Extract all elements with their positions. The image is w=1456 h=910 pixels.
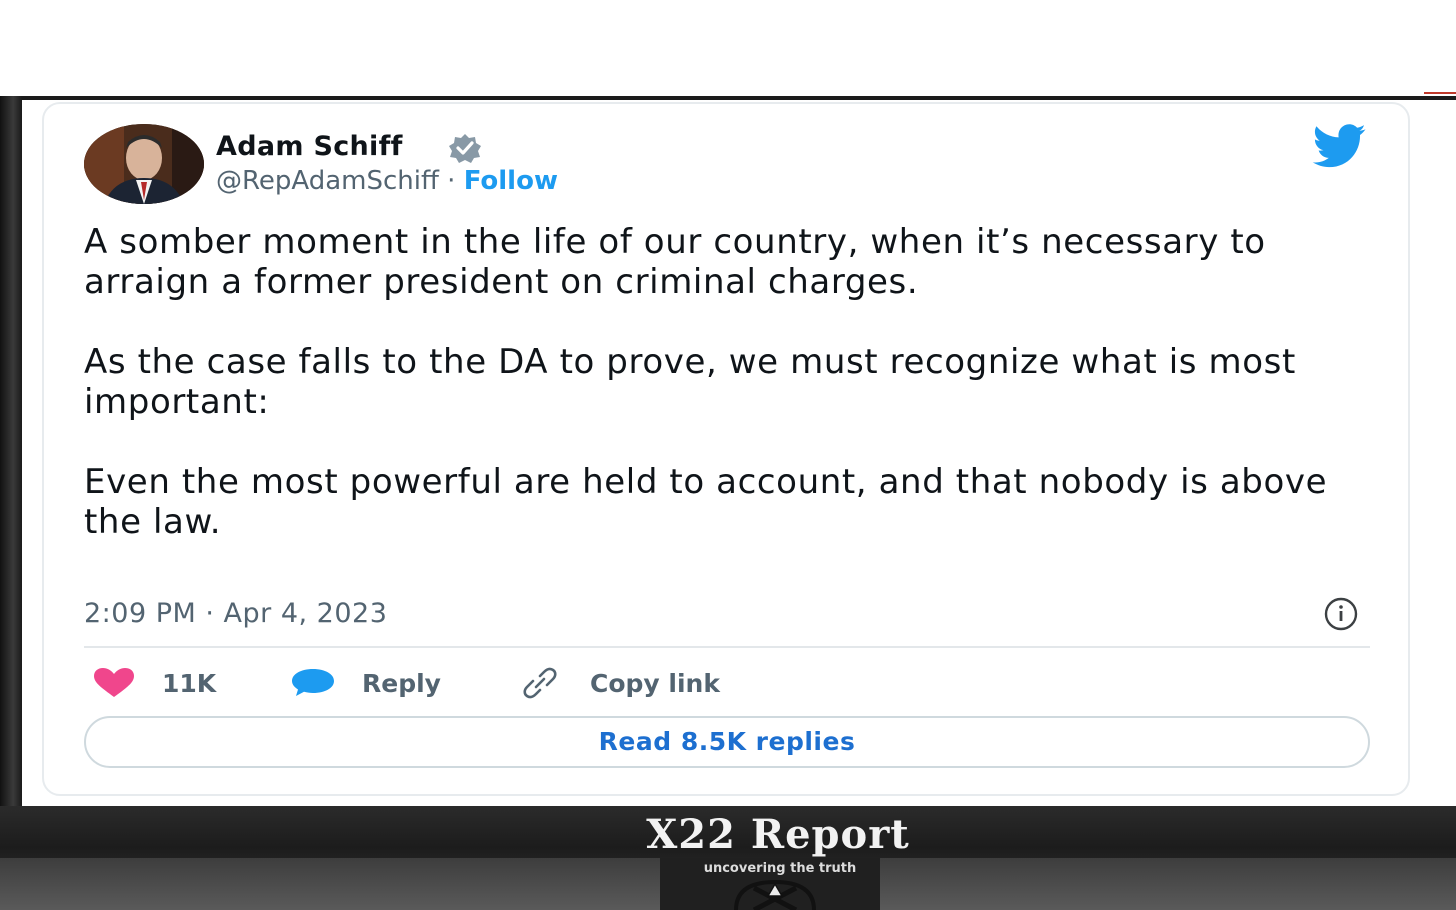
top-whitespace bbox=[0, 0, 1456, 96]
author-avatar[interactable] bbox=[84, 124, 204, 204]
heart-icon bbox=[94, 668, 134, 697]
handle-separator: · bbox=[447, 166, 456, 196]
link-icon bbox=[523, 667, 557, 699]
tweet-paragraph: A somber moment in the life of our count… bbox=[84, 222, 1266, 302]
copy-link-action[interactable]: Copy link bbox=[516, 662, 720, 704]
author-name[interactable]: Adam Schiff bbox=[216, 128, 403, 166]
monitor-frame-left-edge bbox=[0, 96, 22, 810]
tweet-paragraph: Even the most powerful are held to accou… bbox=[84, 462, 1328, 542]
author-handle[interactable]: @RepAdamSchiff bbox=[216, 166, 439, 196]
reply-label: Reply bbox=[362, 668, 441, 698]
speech-bubble-icon bbox=[292, 669, 334, 696]
verified-badge-icon bbox=[449, 134, 481, 163]
x22-report-logo-text: X22 Report bbox=[646, 811, 910, 858]
read-replies-button[interactable]: Read 8.5K replies bbox=[84, 716, 1370, 768]
monitor-stand-right bbox=[880, 858, 1456, 910]
twitter-bird-icon[interactable] bbox=[1310, 124, 1370, 168]
monitor-stand-left bbox=[0, 858, 660, 910]
top-accent-line bbox=[1424, 92, 1456, 94]
x22-report-tagline: uncovering the truth bbox=[703, 861, 857, 876]
tweet-paragraph: As the case falls to the DA to prove, we… bbox=[84, 342, 1296, 422]
tweet-timestamp[interactable]: 2:09 PM · Apr 4, 2023 bbox=[84, 594, 387, 634]
follow-button[interactable]: Follow bbox=[464, 166, 558, 196]
tweet-body: A somber moment in the life of our count… bbox=[84, 222, 1334, 582]
handle-row: @RepAdamSchiff · Follow bbox=[216, 162, 558, 200]
reply-action[interactable]: Reply bbox=[290, 662, 441, 704]
info-icon[interactable] bbox=[1318, 596, 1364, 632]
actions-divider bbox=[84, 646, 1370, 648]
like-count: 11K bbox=[162, 668, 217, 698]
like-action[interactable]: 11K bbox=[92, 662, 216, 704]
x22-emblem-icon bbox=[734, 879, 816, 910]
copy-link-label: Copy link bbox=[590, 668, 720, 698]
